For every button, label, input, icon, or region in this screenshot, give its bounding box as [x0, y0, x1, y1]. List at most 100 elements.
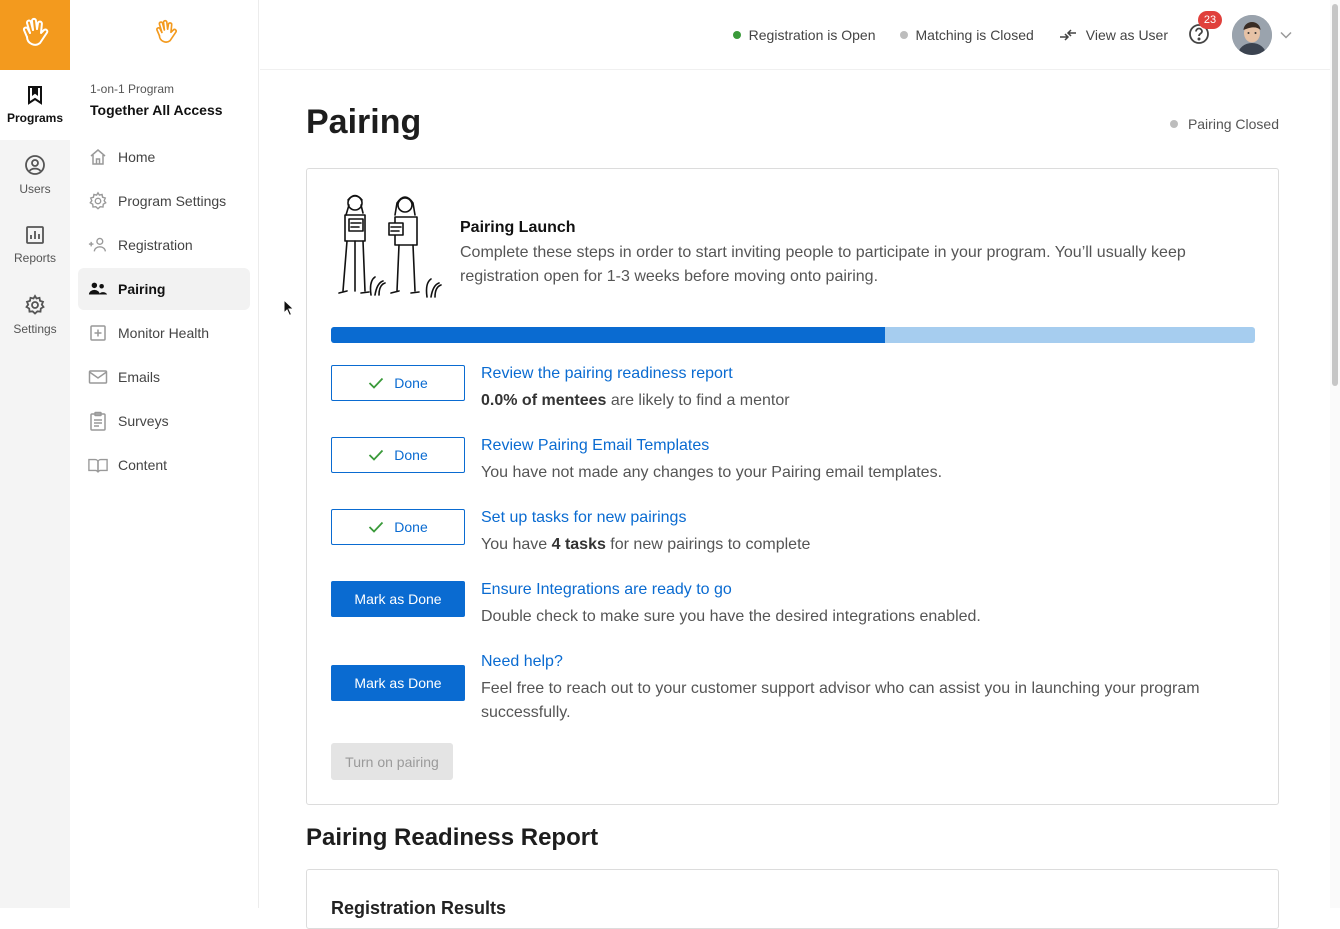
- nav-label: Pairing: [118, 281, 166, 297]
- registration-status: Registration is Open: [732, 26, 876, 43]
- step-desc-text: You have: [481, 536, 552, 553]
- nav-label: Surveys: [118, 413, 169, 429]
- nav-label: Content: [118, 457, 168, 473]
- readiness-report-card: Registration Results: [306, 869, 1279, 929]
- matching-status: Matching is Closed: [899, 26, 1034, 43]
- done-button-label: Done: [394, 519, 428, 535]
- done-button-label: Done: [394, 447, 428, 463]
- step-link[interactable]: Review the pairing readiness report: [481, 365, 733, 383]
- step-desc-bold: 0.0% of mentees: [481, 392, 607, 409]
- step-desc-text: are likely to find a mentor: [606, 392, 790, 409]
- chevron-down-icon[interactable]: [1280, 31, 1292, 39]
- user-circle-icon: [25, 155, 45, 175]
- mark-as-done-button[interactable]: Mark as Done: [331, 665, 465, 701]
- nav-item-program-settings[interactable]: Program Settings: [78, 180, 250, 222]
- rail-item-users[interactable]: Users: [0, 140, 70, 210]
- status-dot-closed: [1169, 120, 1178, 128]
- nav-label: Monitor Health: [118, 325, 210, 341]
- program-name[interactable]: Together All Access: [90, 102, 223, 118]
- rail-item-programs[interactable]: Programs: [0, 70, 70, 140]
- clipboard-icon: [90, 411, 106, 431]
- avatar-photo: [1232, 14, 1272, 55]
- rail-item-settings[interactable]: Settings: [0, 280, 70, 350]
- top-bar: Registration is Open Matching is Closed …: [260, 0, 1330, 70]
- gear-icon: [89, 191, 107, 210]
- nav-item-surveys[interactable]: Surveys: [78, 400, 250, 442]
- nav-label: Home: [118, 149, 156, 165]
- program-type: 1-on-1 Program: [90, 82, 175, 96]
- notification-badge: 23: [1198, 10, 1222, 29]
- book-icon: [88, 458, 108, 473]
- step-description: Double check to make sure you have the d…: [481, 608, 981, 625]
- step-link[interactable]: Set up tasks for new pairings: [481, 509, 686, 527]
- help-button[interactable]: 23: [1188, 10, 1222, 47]
- left-rail: Programs Users Reports Settings: [0, 0, 70, 908]
- nav-item-content[interactable]: Content: [78, 444, 250, 486]
- done-button[interactable]: Done: [331, 509, 465, 545]
- view-as-user-label: View as User: [1085, 26, 1168, 43]
- turn-on-pairing-button[interactable]: Turn on pairing: [331, 743, 453, 780]
- plus-box-icon: [90, 325, 106, 341]
- home-icon: [90, 149, 106, 165]
- step-desc-bold: 4 tasks: [551, 536, 606, 553]
- nav-item-registration[interactable]: Registration: [78, 224, 250, 266]
- page-title: Pairing: [306, 103, 422, 141]
- pairing-icon: [88, 282, 108, 295]
- step-desc-text: for new pairings to complete: [605, 536, 811, 553]
- matching-status-text: Matching is Closed: [915, 26, 1034, 43]
- nav-item-pairing[interactable]: Pairing: [78, 268, 250, 310]
- nav-list: Home Program Settings Registration Pairi…: [78, 136, 250, 488]
- card-subtitle: Registration Results: [331, 898, 507, 918]
- launch-title: Pairing Launch: [460, 219, 576, 236]
- page-scrollbar[interactable]: [1330, 0, 1340, 908]
- done-button-label: Done: [394, 375, 428, 391]
- swap-arrows-icon: [1059, 28, 1076, 41]
- check-icon: [369, 377, 384, 389]
- pairing-status: Pairing Closed: [1169, 116, 1279, 132]
- mouse-cursor-icon: [283, 299, 295, 317]
- rail-label: Programs: [6, 111, 64, 125]
- step-description: You have not made any changes to your Pa…: [481, 464, 943, 481]
- view-as-user-button[interactable]: View as User: [1058, 27, 1168, 43]
- nav-item-monitor-health[interactable]: Monitor Health: [78, 312, 250, 354]
- nav-label: Emails: [118, 369, 161, 385]
- step-description: You have 4 tasks for new pairings to com…: [481, 533, 1241, 557]
- scrollbar-thumb[interactable]: [1332, 4, 1338, 386]
- rail-item-reports[interactable]: Reports: [0, 210, 70, 280]
- user-avatar[interactable]: [1232, 14, 1272, 55]
- section-title: Pairing Readiness Report: [306, 824, 599, 851]
- step-link[interactable]: Review Pairing Email Templates: [481, 437, 709, 455]
- registration-status-text: Registration is Open: [748, 26, 876, 43]
- people-illustration: [338, 194, 442, 298]
- step-link[interactable]: Need help?: [481, 653, 563, 671]
- status-dot-open: [732, 30, 741, 39]
- step-link[interactable]: Ensure Integrations are ready to go: [481, 581, 732, 599]
- step-description: Feel free to reach out to your customer …: [481, 680, 1200, 721]
- mark-as-done-button[interactable]: Mark as Done: [331, 581, 465, 617]
- nav-label: Program Settings: [118, 193, 227, 209]
- launch-progress-bar: [331, 327, 1255, 343]
- launch-description: Complete these steps in order to start i…: [460, 244, 1186, 285]
- add-user-icon: [88, 237, 106, 252]
- done-button[interactable]: Done: [331, 365, 465, 401]
- mail-icon: [88, 370, 108, 384]
- rail-label: Settings: [13, 322, 57, 336]
- step-description: 0.0% of mentees are likely to find a men…: [481, 389, 1241, 413]
- program-nav: 1-on-1 Program Together All Access Home …: [70, 0, 259, 908]
- brand-logo[interactable]: [0, 0, 70, 70]
- bookmark-icon: [28, 86, 42, 105]
- pairing-status-text: Pairing Closed: [1187, 116, 1279, 132]
- nav-item-emails[interactable]: Emails: [78, 356, 250, 398]
- pairing-launch-card: Pairing Launch Complete these steps in o…: [306, 168, 1279, 805]
- progress-fill: [331, 327, 886, 343]
- nav-item-home[interactable]: Home: [78, 136, 250, 178]
- wave-hand-icon: [22, 17, 49, 46]
- status-dot-closed: [899, 30, 908, 39]
- bar-chart-icon: [26, 226, 44, 244]
- done-button[interactable]: Done: [331, 437, 465, 473]
- rail-label: Users: [19, 182, 51, 196]
- gear-icon: [25, 294, 45, 315]
- wave-hand-icon: [156, 19, 177, 43]
- check-icon: [369, 521, 384, 533]
- nav-label: Registration: [118, 237, 193, 253]
